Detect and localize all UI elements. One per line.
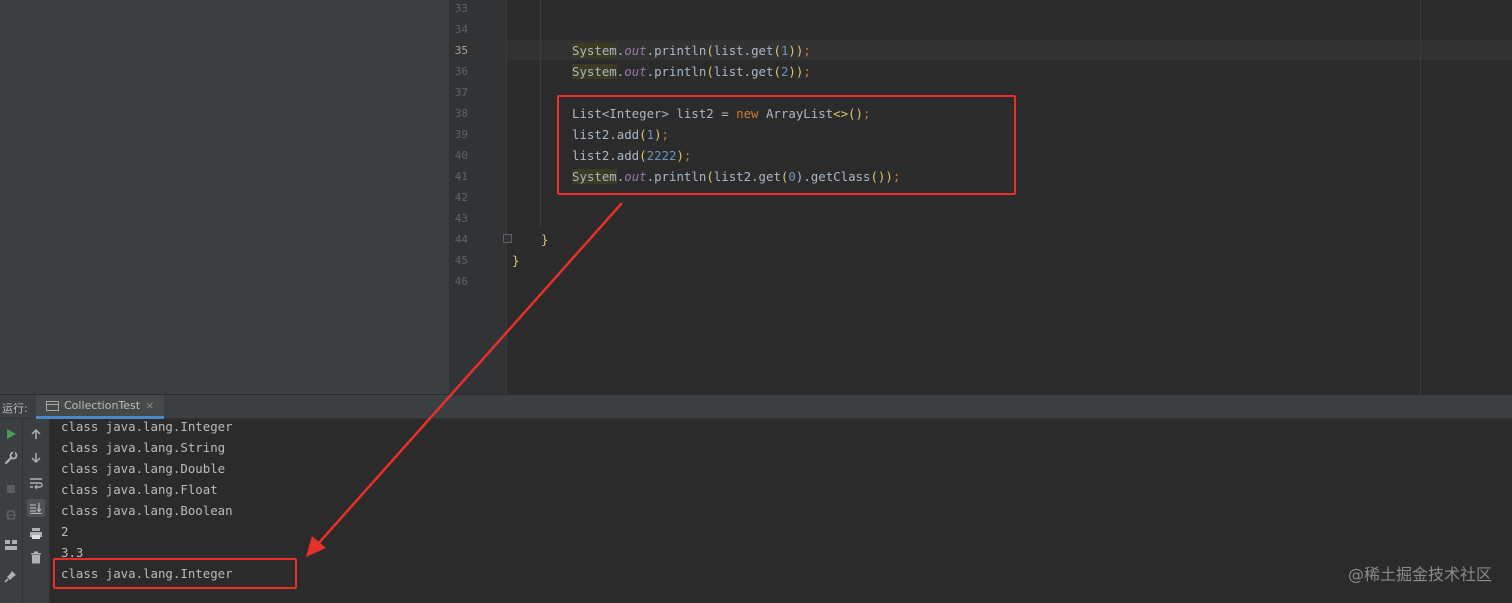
soft-wrap-icon[interactable] bbox=[27, 474, 45, 492]
right-margin-guide bbox=[1420, 0, 1421, 394]
line-number: 38 bbox=[454, 107, 468, 120]
debug-icon[interactable] bbox=[2, 505, 20, 523]
fold-marker-icon[interactable] bbox=[503, 234, 512, 243]
line-number: 45 bbox=[454, 254, 468, 267]
code-editor[interactable]: System.out.println(list.get(1)); System.… bbox=[503, 0, 1512, 394]
arrow-up-icon[interactable] bbox=[27, 425, 45, 443]
run-tab-label: CollectionTest bbox=[64, 399, 141, 412]
line-number-active: 35 bbox=[454, 44, 468, 57]
line-number: 43 bbox=[454, 212, 468, 225]
line-number: 40 bbox=[454, 149, 468, 162]
watermark: @稀土掘金技术社区 bbox=[1347, 565, 1492, 584]
console-line: class java.lang.Integer bbox=[61, 419, 233, 434]
pin-icon[interactable] bbox=[2, 567, 20, 585]
indent-guide bbox=[540, 0, 541, 228]
console-line: class java.lang.String bbox=[61, 440, 226, 455]
run-toolbar-secondary bbox=[23, 419, 50, 603]
layout-icon[interactable] bbox=[2, 536, 20, 554]
run-toolbar-primary bbox=[0, 419, 23, 603]
project-tool-window bbox=[0, 0, 450, 394]
run-icon[interactable] bbox=[2, 425, 20, 443]
arrow-down-icon[interactable] bbox=[27, 449, 45, 467]
line-number: 36 bbox=[454, 65, 468, 78]
annotation-box-code bbox=[557, 95, 1016, 195]
line-number: 46 bbox=[454, 275, 468, 288]
editor-gutter: 33 34 35 36 37 38 39 40 41 42 43 44 45 4… bbox=[450, 0, 506, 394]
code-line-36: System.out.println(list.get(2)); bbox=[572, 64, 811, 79]
console-line: class java.lang.Float bbox=[61, 482, 218, 497]
scroll-to-end-icon[interactable] bbox=[27, 499, 45, 517]
line-number: 34 bbox=[454, 23, 468, 36]
close-icon[interactable]: × bbox=[145, 399, 154, 412]
stop-icon[interactable] bbox=[2, 480, 20, 498]
console-line: 2 bbox=[61, 524, 69, 539]
line-number: 37 bbox=[454, 86, 468, 99]
line-number: 39 bbox=[454, 128, 468, 141]
code-line-45: } bbox=[512, 253, 520, 268]
print-icon[interactable] bbox=[27, 524, 45, 542]
annotation-box-output bbox=[53, 558, 297, 589]
console-icon bbox=[46, 400, 59, 411]
console-line: class java.lang.Boolean bbox=[61, 503, 233, 518]
trash-icon[interactable] bbox=[27, 548, 45, 566]
code-line-35: System.out.println(list.get(1)); bbox=[572, 43, 811, 58]
run-label: 运行: bbox=[2, 402, 28, 415]
wrench-icon[interactable] bbox=[2, 449, 20, 467]
ide-window: 33 34 35 36 37 38 39 40 41 42 43 44 45 4… bbox=[0, 0, 1512, 603]
line-number: 42 bbox=[454, 191, 468, 204]
code-line-44: } bbox=[541, 232, 549, 247]
line-number: 41 bbox=[454, 170, 468, 183]
line-number: 33 bbox=[454, 2, 468, 15]
console-line: class java.lang.Double bbox=[61, 461, 226, 476]
line-number: 44 bbox=[454, 233, 468, 246]
